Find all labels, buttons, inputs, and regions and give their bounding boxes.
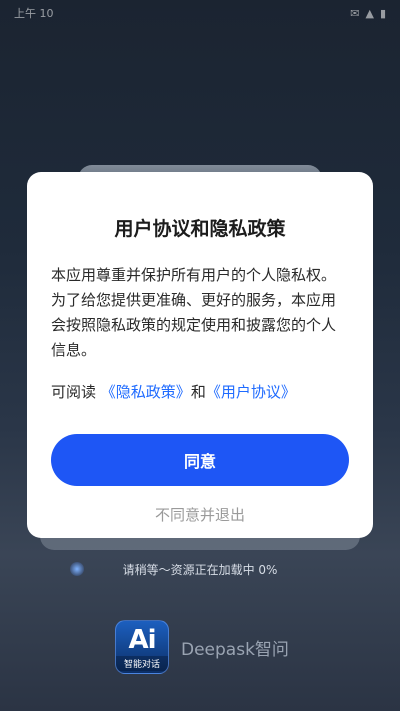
and-text: 和 [190,383,206,401]
status-time: 上午 10 [14,7,54,20]
app-logo-caption: 智能对话 [116,656,168,671]
decline-exit-button[interactable]: 不同意并退出 [155,504,245,525]
privacy-policy-link[interactable]: 《隐私政策》 [101,383,191,401]
read-prefix-text: 可阅读 [51,383,97,401]
signal-icon: ▲ [365,6,374,20]
battery-icon: ▮ [379,6,386,20]
user-agreement-link[interactable]: 《用户协议》 [206,383,296,401]
brand: Ai 智能对话 Deepask智问 [115,620,289,674]
loading-status-text: 请稍等～资源正在加载中 0% [122,563,278,577]
policy-links: 可阅读 《隐私政策》和《用户协议》 [51,381,349,402]
app-name: Deepask智问 [181,639,289,660]
app-logo: Ai 智能对话 [115,620,169,674]
agree-button[interactable]: 同意 [51,434,349,486]
status-bar: 上午 10 ✉ ▲ ▮ [0,0,400,26]
privacy-dialog: 用户协议和隐私政策 本应用尊重并保护所有用户的个人隐私权。为了给您提供更准确、更… [27,172,373,538]
background-card-bottom [40,536,360,550]
notification-icon: ✉ [350,6,360,20]
dialog-title: 用户协议和隐私政策 [114,218,286,240]
dialog-body-text: 本应用尊重并保护所有用户的个人隐私权。为了给您提供更准确、更好的服务，本应用会按… [51,266,337,359]
app-logo-mark: Ai [128,625,156,655]
status-icons: ✉ ▲ ▮ [350,7,386,20]
